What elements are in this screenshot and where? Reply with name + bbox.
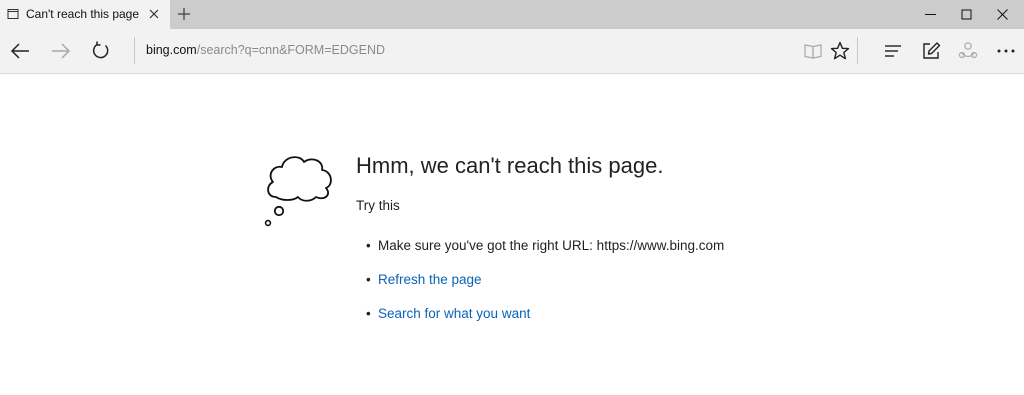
search-link[interactable]: Search for what you want [378,306,530,321]
tab-title: Can't reach this page [26,7,140,21]
maximize-icon [961,9,972,20]
close-icon [997,9,1008,20]
book-icon[interactable] [802,40,824,62]
address-bar[interactable]: bing.com/search?q=cnn&FORM=EDGEND [146,43,786,61]
address-path: /search?q=cnn&FORM=EDGEND [196,43,385,57]
hub-icon[interactable] [882,40,904,62]
navigation-bar: bing.com/search?q=cnn&FORM=EDGEND [0,29,1024,74]
more-icon[interactable] [995,40,1017,62]
title-bar: Can't reach this page [0,0,1024,29]
suggestion-check-url: Make sure you've got the right URL: http… [378,238,725,253]
close-window-button[interactable] [980,0,1024,29]
error-heading: Hmm, we can't reach this page. [356,153,664,178]
address-host: bing.com [146,43,197,57]
refresh-icon[interactable] [90,40,112,62]
page-icon [7,9,19,19]
separator [857,37,858,64]
tab-active[interactable]: Can't reach this page [0,0,170,29]
thought-cloud-icon [264,156,332,227]
back-arrow-icon[interactable] [9,40,31,62]
minimize-icon [925,14,936,15]
bullet: • [366,238,371,253]
tab-close-icon[interactable] [148,8,160,20]
refresh-page-link[interactable]: Refresh the page [378,272,482,287]
separator [134,37,135,64]
star-icon[interactable] [829,40,851,62]
share-icon[interactable] [957,40,979,62]
bullet: • [366,272,371,287]
try-this-label: Try this [356,198,400,213]
web-note-icon[interactable] [920,40,942,62]
forward-arrow-icon[interactable] [50,40,72,62]
new-tab-plus-icon[interactable] [176,6,192,22]
bullet: • [366,306,371,321]
